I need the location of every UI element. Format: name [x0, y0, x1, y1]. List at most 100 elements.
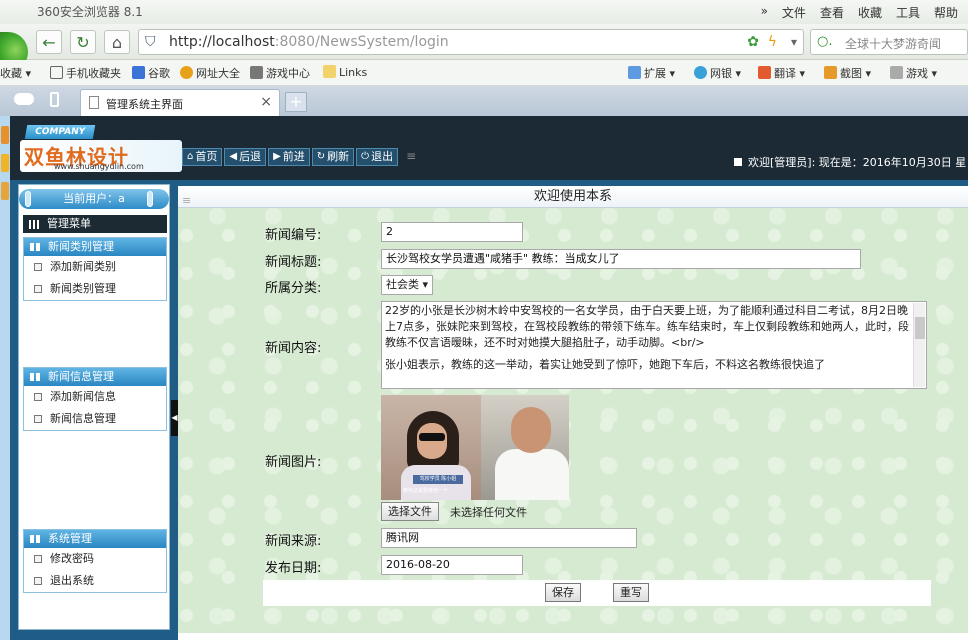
power-icon: ⏻ [361, 151, 370, 162]
triangle-left-icon: ◀ [171, 413, 178, 422]
bookmark-sites[interactable]: 网址大全 [180, 65, 240, 81]
menu-more[interactable]: » [761, 4, 768, 21]
search-input[interactable]: 全球十大梦游奇闻 [845, 35, 941, 52]
group-header[interactable]: 新闻类别管理 [24, 238, 166, 256]
menu-item-manage-category[interactable]: 新闻类别管理 [24, 278, 166, 300]
collapse-menu-button[interactable]: ◀ [171, 400, 178, 436]
phone-icon[interactable] [50, 92, 59, 107]
group-header[interactable]: 新闻信息管理 [24, 368, 166, 386]
home-button[interactable]: ⌂ [104, 30, 130, 54]
chevron-down-icon: ▾ [422, 278, 429, 291]
news-id-field[interactable]: 2 [381, 222, 523, 242]
shield-icon: ⛉ [145, 34, 156, 50]
address-bar[interactable]: ⛉ http://localhost:8080/NewsSystem/login… [138, 29, 804, 55]
reset-button[interactable]: 重写 [613, 583, 649, 602]
ext-screenshot[interactable]: 截图 ▾ [824, 65, 871, 81]
sidebar-shortcut-icon[interactable] [1, 154, 9, 172]
form-actions: 保存 重写 [263, 580, 931, 606]
menu-favorites[interactable]: 收藏 [858, 4, 882, 21]
ext-bank[interactable]: 网银 ▾ [694, 65, 741, 81]
page-icon [34, 393, 42, 401]
square-icon [734, 158, 742, 166]
company-badge: COMPANY [24, 125, 96, 139]
left-menu: 当前用户：a 管理菜单 新闻类别管理 添加新闻类别 新闻类别管理 新闻信息管理 … [18, 184, 170, 630]
app-logo: 双鱼林设计 www.shuangyulin.com [20, 140, 182, 172]
forward-nav-button[interactable]: ▶ 前进 [268, 148, 310, 166]
ext-extensions[interactable]: 扩展 ▾ [628, 65, 675, 81]
tab-admin-home[interactable]: 管理系统主界面 × [80, 89, 280, 116]
sidebar-shortcut-icon[interactable] [1, 126, 9, 144]
label-news-id: 新闻编号: [265, 228, 322, 243]
home-nav-button[interactable]: ⌂ 首页 [182, 148, 223, 166]
page-icon [34, 285, 42, 293]
refresh-button[interactable]: ↻ [70, 30, 96, 54]
refresh-nav-button[interactable]: ↻ 刷新 [311, 148, 355, 166]
label-category: 所属分类: [265, 281, 322, 296]
menu-item-change-password[interactable]: 修改密码 [24, 548, 166, 570]
new-tab-button[interactable]: + [285, 92, 307, 112]
search-icon: ○. [817, 34, 833, 49]
sidebar-shortcut-icon[interactable] [1, 182, 9, 200]
publish-date-field[interactable]: 2016-08-20 [381, 555, 523, 575]
back-nav-button[interactable]: ◀ 后退 [224, 148, 267, 166]
page-icon [34, 263, 42, 271]
bookmark-google[interactable]: 谷歌 [132, 65, 170, 81]
bookmark-favorites[interactable]: 收藏 ▾ [0, 65, 31, 81]
refresh-icon: ↻ [316, 151, 326, 162]
grip-icon: ≡ [182, 194, 192, 207]
image-subtitle: 教练总说我像他一个 [403, 488, 449, 494]
menu-item-manage-news[interactable]: 新闻信息管理 [24, 408, 166, 430]
page-footer [178, 633, 968, 640]
address-url: http://localhost:8080/NewsSystem/login [169, 34, 449, 50]
bookmark-games[interactable]: 游戏中心 [250, 65, 310, 81]
group-header[interactable]: 系统管理 [24, 530, 166, 548]
menu-item-add-news[interactable]: 添加新闻信息 [24, 386, 166, 408]
gear-icon[interactable]: ✿ [747, 34, 759, 50]
file-status: 未选择任何文件 [450, 506, 527, 519]
bookmarks-bar: 收藏 ▾ 手机收藏夹 谷歌 网址大全 游戏中心 Links 扩展 ▾ 网银 ▾ … [0, 60, 968, 86]
welcome-text: 欢迎[管理员]: 现在是：2016年10月30日 星 [734, 154, 966, 170]
ext-translate[interactable]: 翻译 ▾ [758, 65, 805, 81]
bolt-icon[interactable]: ϟ [768, 34, 777, 50]
menu-help[interactable]: 帮助 [934, 4, 958, 21]
home-icon: ⌂ [111, 32, 123, 52]
textarea-scrollbar[interactable] [913, 303, 925, 387]
image-caption: 驾校学员 陈小姐 [413, 475, 463, 484]
main-content: ≡ 欢迎使用本系 新闻编号: 2 新闻标题: 长沙驾校女学员遭遇"咸猪手" 教练：… [178, 186, 968, 640]
news-source-field[interactable]: 腾讯网 [381, 528, 637, 548]
scrollbar-thumb[interactable] [915, 317, 925, 339]
home-icon: ⌂ [187, 151, 194, 162]
tab-bar: 管理系统主界面 × + [0, 86, 968, 116]
list-icon [30, 535, 40, 543]
list-icon [30, 373, 40, 381]
menu-item-add-category[interactable]: 添加新闻类别 [24, 256, 166, 278]
page-icon [34, 577, 42, 585]
cloud-icon[interactable] [14, 93, 34, 105]
save-button[interactable]: 保存 [545, 583, 581, 602]
back-button[interactable]: ← [36, 30, 62, 54]
menu-group-news-info: 新闻信息管理 添加新闻信息 新闻信息管理 [23, 367, 167, 431]
menu-tools[interactable]: 工具 [896, 4, 920, 21]
menu-item-logout[interactable]: 退出系统 [24, 570, 166, 592]
news-title-field[interactable]: 长沙驾校女学员遭遇"咸猪手" 教练：当成女儿了 [381, 249, 861, 269]
app-header: COMPANY 双鱼林设计 www.shuangyulin.com ⌂ 首页 ◀ 后… [10, 116, 968, 180]
menu-group-news-category: 新闻类别管理 添加新闻类别 新闻类别管理 [23, 237, 167, 301]
logo-url: www.shuangyulin.com [54, 162, 144, 171]
close-icon[interactable]: × [260, 94, 272, 110]
choose-file-button[interactable]: 选择文件 [381, 502, 439, 521]
browser-name: 360安全浏览器 8.1 [37, 5, 143, 19]
menu-view[interactable]: 查看 [820, 4, 844, 21]
search-box[interactable]: ○. 全球十大梦游奇闻 [810, 29, 968, 55]
pin-icon [25, 191, 31, 207]
bookmark-mobile[interactable]: 手机收藏夹 [50, 65, 121, 81]
menu-file[interactable]: 文件 [782, 4, 806, 21]
chevron-down-icon[interactable]: ▾ [791, 35, 797, 49]
refresh-icon: ↻ [76, 32, 90, 52]
news-content-textarea[interactable]: 22岁的小张是长沙树木岭中安驾校的一名女学员，由于白天要上班，为了能顺利通过科目… [381, 301, 927, 389]
browser-sidebar [0, 116, 10, 640]
ext-games[interactable]: 游戏 ▾ [890, 65, 937, 81]
list-icon [30, 243, 40, 251]
category-select[interactable]: 社会类 ▾ [381, 275, 434, 295]
bookmark-links[interactable]: Links [323, 65, 367, 79]
logout-nav-button[interactable]: ⏻ 退出 [356, 148, 399, 166]
